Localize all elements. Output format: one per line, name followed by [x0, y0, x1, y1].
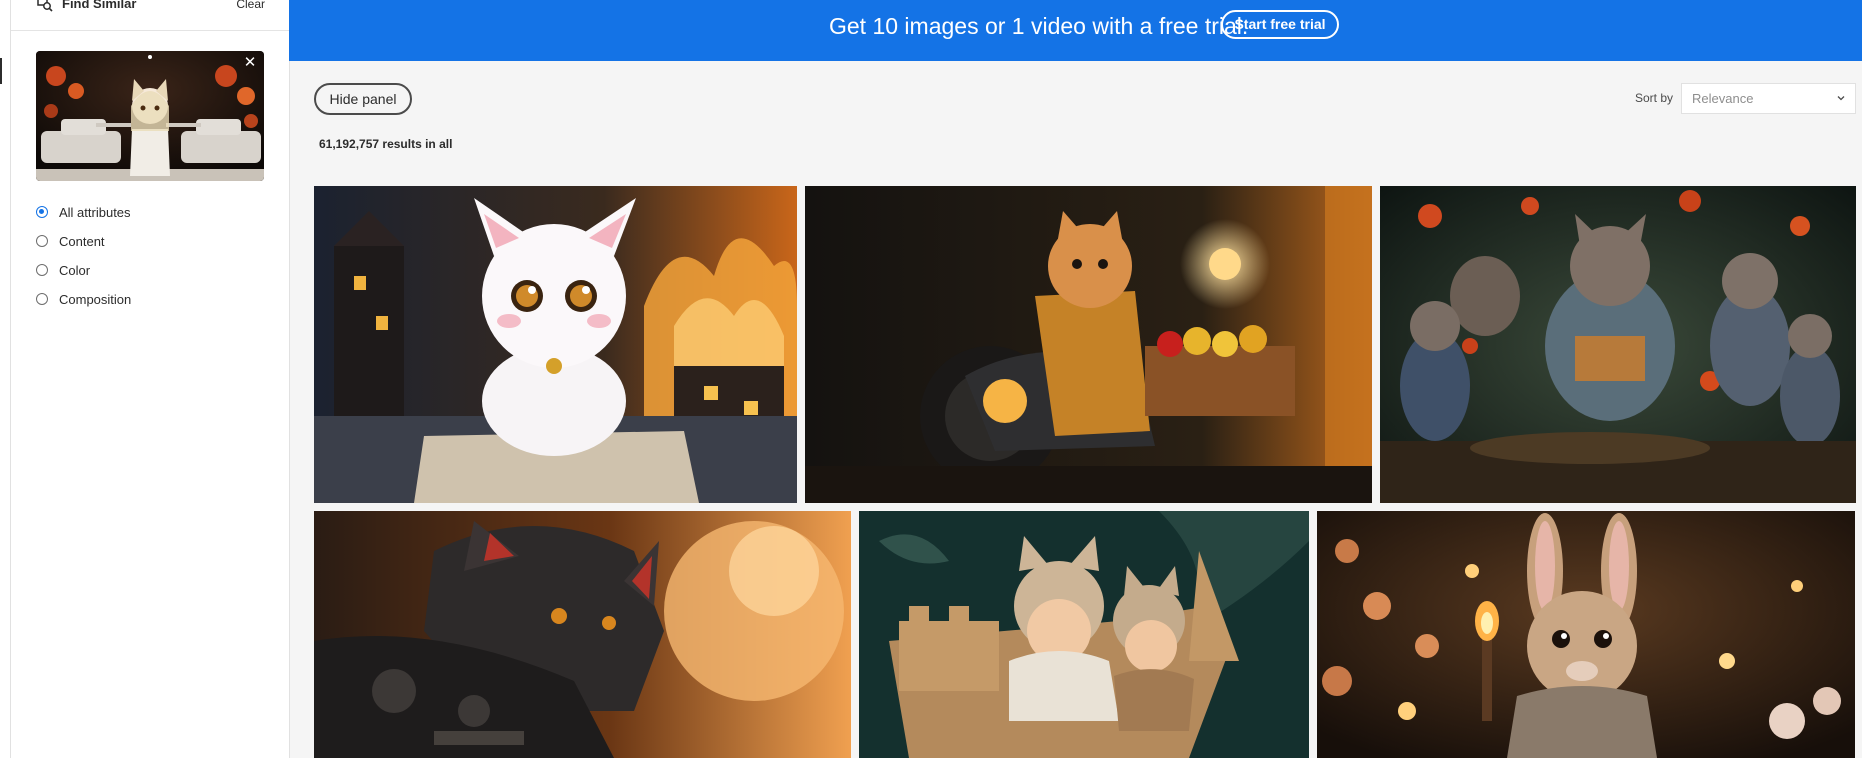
image-armored-panther	[314, 511, 851, 758]
find-similar-panel: Find Similar Clear ✕ All attributes Cont…	[11, 0, 290, 758]
reference-image	[36, 51, 264, 181]
panel-title: Find Similar	[62, 0, 137, 11]
chevron-down-icon	[1837, 96, 1845, 101]
panel-header: Find Similar Clear	[11, 0, 289, 31]
clear-button[interactable]: Clear	[236, 0, 265, 12]
filter-label: Composition	[59, 291, 132, 307]
image-rabbit-torch	[1317, 511, 1855, 758]
image-tile-animals-reading[interactable]	[1380, 186, 1856, 503]
image-tile-cartoon-white-cat[interactable]	[314, 186, 797, 503]
sort-label: Sort by	[1635, 91, 1674, 105]
filter-label: Content	[59, 233, 105, 249]
filter-label: Color	[59, 262, 91, 278]
image-animals-reading	[1380, 186, 1856, 503]
filter-color[interactable]: Color	[36, 260, 90, 280]
reference-image-thumbnail[interactable]: ✕	[36, 51, 264, 181]
image-tile-cat-on-motorcycle[interactable]	[805, 186, 1372, 503]
active-indicator	[0, 58, 2, 84]
filter-all-attributes[interactable]: All attributes	[36, 202, 131, 222]
left-edge-strip	[0, 0, 11, 758]
image-search-icon	[37, 0, 53, 12]
image-tile-rabbit-torch[interactable]	[1317, 511, 1855, 758]
filter-content[interactable]: Content	[36, 231, 105, 251]
filter-composition[interactable]: Composition	[36, 289, 131, 309]
image-cartoon-white-cat	[314, 186, 797, 503]
sort-dropdown[interactable]: Relevance	[1681, 83, 1856, 114]
radio-button[interactable]	[36, 206, 48, 218]
results-count: 61,192,757 results in all	[319, 137, 453, 151]
free-trial-banner: Get 10 images or 1 video with a free tri…	[289, 0, 1862, 61]
close-icon[interactable]: ✕	[242, 55, 258, 71]
image-cat-on-motorcycle	[805, 186, 1372, 503]
filter-label: All attributes	[59, 204, 131, 220]
banner-text: Get 10 images or 1 video with a free tri…	[829, 13, 1249, 39]
radio-button[interactable]	[36, 235, 48, 247]
radio-button[interactable]	[36, 264, 48, 276]
image-children-cardboard-boat	[859, 511, 1309, 758]
hide-panel-button[interactable]: Hide panel	[314, 83, 412, 115]
sort-selected-value: Relevance	[1692, 91, 1754, 106]
image-tile-armored-panther[interactable]	[314, 511, 851, 758]
image-tile-children-cardboard-boat[interactable]	[859, 511, 1309, 758]
radio-button[interactable]	[36, 293, 48, 305]
start-free-trial-button[interactable]: Start free trial	[1221, 10, 1339, 39]
